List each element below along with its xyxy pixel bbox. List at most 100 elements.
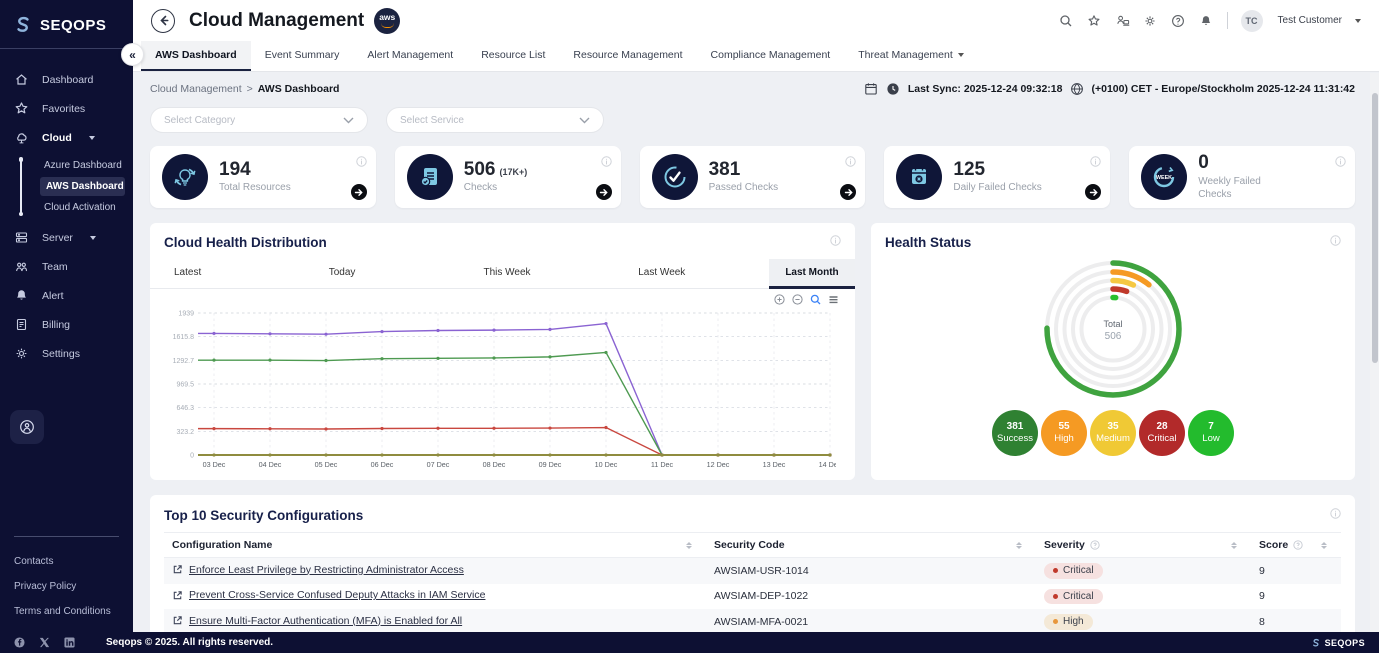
configuration-link[interactable]: Enforce Least Privilege by Restricting A… — [172, 564, 464, 576]
sort-icon[interactable] — [1231, 542, 1243, 549]
range-tab-latest[interactable]: Latest — [150, 259, 305, 288]
help-icon[interactable] — [1090, 540, 1100, 550]
info-icon[interactable] — [830, 233, 841, 251]
calendar-icon[interactable] — [864, 81, 879, 96]
linkedin-icon[interactable] — [64, 637, 75, 648]
tab-aws-dashboard[interactable]: AWS Dashboard — [141, 41, 251, 71]
severity-badge: High — [1044, 614, 1093, 630]
sort-icon[interactable] — [686, 542, 698, 549]
configuration-link[interactable]: Prevent Cross-Service Confused Deputy At… — [172, 589, 485, 601]
info-icon[interactable] — [1330, 233, 1341, 251]
sort-icon[interactable] — [1321, 542, 1333, 549]
sidebar-item-alert[interactable]: Alert — [0, 281, 133, 310]
facebook-icon[interactable] — [14, 637, 25, 648]
tab-compliance-management[interactable]: Compliance Management — [697, 41, 845, 71]
card-arrow-button[interactable] — [840, 184, 856, 200]
sidebar-item-billing[interactable]: Billing — [0, 310, 133, 339]
range-tab-today[interactable]: Today — [305, 259, 460, 288]
info-icon[interactable] — [1335, 154, 1346, 172]
badge-success[interactable]: 381Success — [992, 410, 1038, 456]
notifications-bell-icon[interactable] — [1199, 13, 1214, 28]
stat-label: Checks — [464, 181, 527, 194]
contacts-link[interactable]: Contacts — [0, 549, 133, 574]
tab-event-summary[interactable]: Event Summary — [251, 41, 354, 71]
sidebar-item-aws-dashboard[interactable]: AWS Dashboard — [40, 177, 125, 196]
security-configurations-panel: Top 10 Security Configurations Configura… — [150, 495, 1355, 632]
aws-smile-icon — [381, 23, 394, 28]
gear-icon[interactable] — [1143, 13, 1158, 28]
svg-text:05 Dec: 05 Dec — [315, 460, 338, 469]
sidebar-collapse-button[interactable]: « — [121, 43, 144, 66]
category-select[interactable]: Select Category — [150, 107, 368, 133]
card-arrow-button[interactable] — [1085, 184, 1101, 200]
health-status-radial-chart[interactable]: Total506 — [885, 253, 1341, 405]
sidebar-item-cloud-activation[interactable]: Cloud Activation — [40, 196, 125, 219]
search-icon[interactable] — [1059, 13, 1074, 28]
favorites-star-icon[interactable] — [1087, 13, 1102, 28]
x-twitter-icon[interactable] — [39, 637, 50, 648]
sidebar-item-settings[interactable]: Settings — [0, 339, 133, 368]
range-tab-last-week[interactable]: Last Week — [614, 259, 769, 288]
info-icon[interactable] — [601, 154, 612, 172]
info-icon[interactable] — [356, 154, 367, 172]
sidebar-item-cloud[interactable]: Cloud — [0, 123, 133, 152]
tab-resource-management[interactable]: Resource Management — [559, 41, 696, 71]
range-tab-this-week[interactable]: This Week — [460, 259, 615, 288]
service-select[interactable]: Select Service — [386, 107, 604, 133]
cloud-health-line-chart[interactable]: 0323.2646.3969.51292.71615.8193903 Dec04… — [150, 305, 855, 476]
sidebar-item-server[interactable]: Server — [0, 223, 133, 252]
badge-critical[interactable]: 28Critical — [1139, 410, 1185, 456]
badge-high[interactable]: 55High — [1041, 410, 1087, 456]
user-menu-chevron-icon[interactable] — [1355, 19, 1361, 23]
zoom-in-icon[interactable] — [774, 294, 785, 305]
sidebar-item-azure-dashboard[interactable]: Azure Dashboard — [40, 154, 125, 177]
vertical-scrollbar[interactable] — [1370, 73, 1379, 632]
zoom-out-icon[interactable] — [792, 294, 803, 305]
tab-threat-management[interactable]: Threat Management — [844, 41, 978, 71]
range-tab-last-month[interactable]: Last Month — [769, 259, 855, 289]
sidebar-item-team[interactable]: Team — [0, 252, 133, 281]
severity-badge: Critical — [1044, 563, 1103, 579]
info-icon[interactable] — [845, 154, 856, 172]
back-button[interactable] — [151, 9, 175, 33]
selection-zoom-icon[interactable] — [810, 294, 821, 305]
sidebar-links-divider — [14, 536, 119, 537]
sort-icon[interactable] — [1016, 542, 1028, 549]
sync-status-zone: Last Sync: 2025-12-24 09:32:18 (+0100) C… — [864, 81, 1355, 96]
sidebar-item-dashboard[interactable]: Dashboard — [0, 65, 133, 94]
avatar[interactable]: TC — [1241, 10, 1263, 32]
info-icon[interactable] — [1090, 154, 1101, 172]
breadcrumb-parent[interactable]: Cloud Management — [150, 83, 242, 95]
configuration-link[interactable]: Ensure Multi-Factor Authentication (MFA)… — [172, 615, 462, 627]
cloud-icon — [14, 130, 29, 145]
card-arrow-button[interactable] — [596, 184, 612, 200]
stat-label: Weekly Failed Checks — [1198, 175, 1290, 201]
col-score[interactable]: Score — [1251, 533, 1341, 558]
badge-label: Critical — [1147, 433, 1176, 444]
support-button[interactable] — [10, 410, 44, 444]
col-security-code[interactable]: Security Code — [706, 533, 1036, 558]
card-arrow-button[interactable] — [351, 184, 367, 200]
help-icon[interactable] — [1293, 540, 1303, 550]
terms-link[interactable]: Terms and Conditions — [0, 599, 133, 624]
brand-logo[interactable]: SEQOPS — [0, 0, 133, 48]
agent-icon[interactable] — [1115, 13, 1130, 28]
category-select-placeholder: Select Category — [164, 115, 235, 126]
col-configuration-name[interactable]: Configuration Name — [164, 533, 706, 558]
chart-menu-icon[interactable] — [828, 294, 839, 305]
svg-text:10 Dec: 10 Dec — [595, 460, 618, 469]
col-severity[interactable]: Severity — [1036, 533, 1251, 558]
info-icon[interactable] — [1330, 506, 1341, 524]
tab-resource-list[interactable]: Resource List — [467, 41, 559, 71]
badge-low[interactable]: 7Low — [1188, 410, 1234, 456]
tab-alert-management[interactable]: Alert Management — [353, 41, 467, 71]
badge-medium[interactable]: 35Medium — [1090, 410, 1136, 456]
user-name[interactable]: Test Customer — [1278, 15, 1342, 26]
scrollbar-thumb[interactable] — [1372, 93, 1378, 363]
severity-dot — [1053, 594, 1058, 599]
sidebar-item-favorites[interactable]: Favorites — [0, 94, 133, 123]
help-icon[interactable] — [1171, 13, 1186, 28]
privacy-policy-link[interactable]: Privacy Policy — [0, 574, 133, 599]
security-configurations-table: Configuration Name Security Code Severit… — [164, 532, 1341, 632]
badge-value: 55 — [1058, 421, 1069, 433]
